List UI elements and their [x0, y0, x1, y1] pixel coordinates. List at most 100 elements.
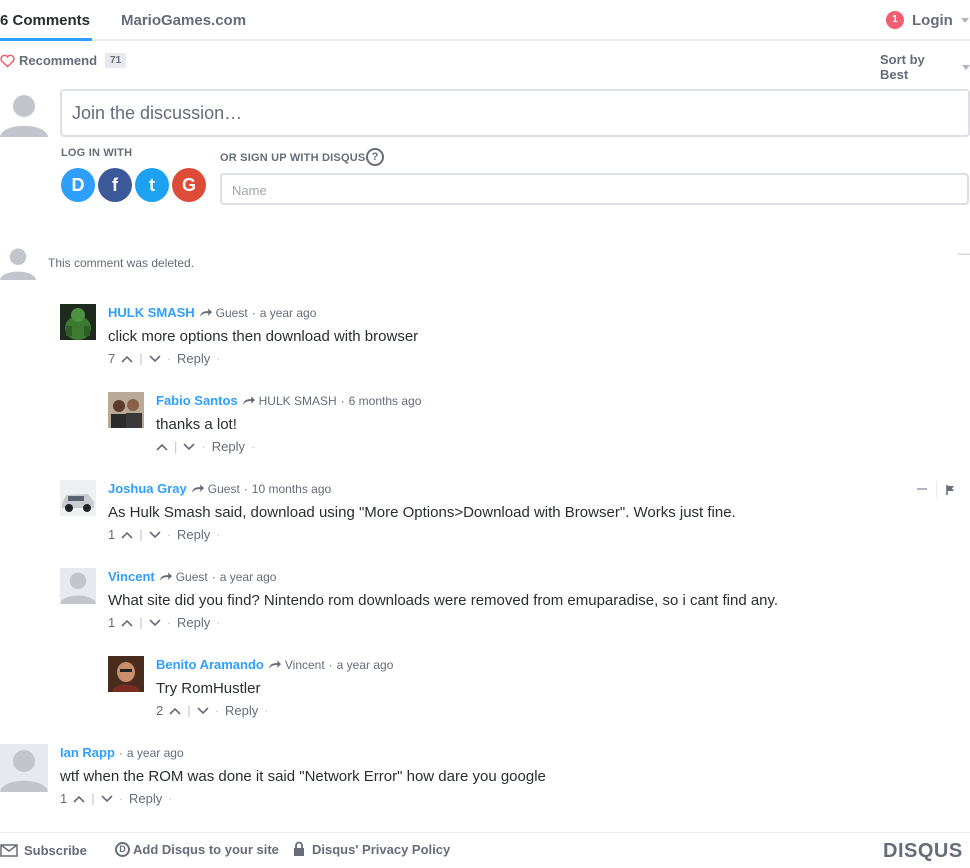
user-avatar: [0, 89, 48, 137]
upvote-icon[interactable]: [73, 795, 85, 803]
google-login-button[interactable]: G: [172, 168, 206, 202]
vote-count: 7: [108, 351, 116, 366]
name-placeholder: Name: [232, 183, 267, 198]
reply-button[interactable]: Reply: [177, 351, 210, 366]
comment-text: wtf when the ROM was done it said "Netwo…: [60, 768, 546, 785]
reply-to[interactable]: Vincent: [285, 658, 325, 672]
reply-to[interactable]: Guest: [176, 570, 208, 584]
subscribe-link[interactable]: Subscribe: [0, 843, 87, 858]
downvote-icon[interactable]: [149, 354, 161, 363]
recommend-count: 71: [105, 53, 127, 68]
downvote-icon[interactable]: [101, 794, 113, 803]
upvote-icon[interactable]: [169, 707, 181, 715]
comment-time[interactable]: 10 months ago: [252, 482, 331, 496]
recommend-label: Recommend: [19, 53, 98, 68]
signup-label: OR SIGN UP WITH DISQUS: [220, 152, 366, 164]
twitter-login-button[interactable]: t: [135, 168, 169, 202]
vote-count: 2: [156, 703, 164, 718]
add-disqus-link[interactable]: D Add Disqus to your site: [115, 842, 279, 857]
disqus-logo-icon: D: [115, 842, 130, 857]
reply-to[interactable]: Guest: [216, 306, 248, 320]
divider: [936, 481, 937, 499]
sort-dropdown[interactable]: Sort by Best: [880, 52, 970, 82]
comment-text: thanks a lot!: [156, 416, 237, 433]
collapse-button[interactable]: —: [958, 246, 970, 260]
avatar: [108, 392, 144, 428]
upvote-icon[interactable]: [156, 443, 168, 451]
comment-footer: 1 | · Reply ·: [108, 615, 221, 630]
disqus-brand-logo[interactable]: DISQUS: [883, 840, 963, 863]
login-with-label: LOG IN WITH: [61, 147, 133, 159]
vote-count: 1: [60, 791, 68, 806]
comment-time[interactable]: a year ago: [127, 746, 184, 760]
vote-count: 1: [108, 527, 116, 542]
deleted-avatar: [0, 244, 36, 280]
comment-author[interactable]: Joshua Gray: [108, 481, 187, 496]
comment-header: Ian Rapp · a year ago: [60, 745, 184, 760]
comment-text: As Hulk Smash said, download using "More…: [108, 504, 736, 521]
reply-arrow-icon: [159, 571, 172, 581]
reply-button[interactable]: Reply: [225, 703, 258, 718]
avatar: [60, 304, 96, 340]
comment-header: Joshua Gray Guest · 10 months ago: [108, 481, 332, 496]
comment-text: Try RomHustler: [156, 680, 261, 697]
collapse-button[interactable]: [917, 488, 927, 490]
downvote-icon[interactable]: [197, 706, 209, 715]
vote-count: 1: [108, 615, 116, 630]
name-field[interactable]: Name: [220, 173, 969, 205]
add-disqus-label: Add Disqus to your site: [133, 842, 279, 857]
login-menu[interactable]: 1 Login: [886, 11, 969, 29]
chevron-down-icon: [960, 17, 969, 23]
reply-button[interactable]: Reply: [129, 791, 162, 806]
flag-icon[interactable]: [946, 485, 955, 495]
reply-button[interactable]: Reply: [212, 439, 245, 454]
notification-badge: 1: [886, 11, 904, 29]
reply-arrow-icon: [199, 307, 212, 317]
tab-comments[interactable]: 6 Comments: [0, 12, 90, 29]
comment-footer: 2 | · Reply ·: [156, 703, 269, 718]
help-icon[interactable]: ?: [366, 148, 384, 166]
comment-time[interactable]: 6 months ago: [349, 394, 422, 408]
active-tab-indicator: [0, 38, 92, 41]
sort-label: Sort by Best: [880, 52, 925, 82]
comment-author[interactable]: Vincent: [108, 569, 155, 584]
comment-author[interactable]: Ian Rapp: [60, 745, 115, 760]
comment-footer: 1 | · Reply ·: [60, 791, 173, 806]
privacy-link[interactable]: Disqus' Privacy Policy: [293, 841, 450, 857]
heart-icon: [0, 54, 15, 68]
comment-header: Fabio Santos HULK SMASH · 6 months ago: [156, 393, 422, 408]
reply-to[interactable]: HULK SMASH: [259, 394, 337, 408]
login-label: Login: [912, 11, 953, 29]
avatar: [60, 480, 96, 516]
comment-input[interactable]: Join the discussion…: [60, 89, 970, 137]
avatar: [60, 568, 96, 604]
tab-site[interactable]: MarioGames.com: [121, 12, 246, 29]
comment-text: What site did you find? Nintendo rom dow…: [108, 592, 779, 609]
comment-author[interactable]: Fabio Santos: [156, 393, 238, 408]
comment-author[interactable]: Benito Aramando: [156, 657, 264, 672]
comment-time[interactable]: a year ago: [260, 306, 317, 320]
comment-author[interactable]: HULK SMASH: [108, 305, 195, 320]
disqus-login-button[interactable]: D: [61, 168, 95, 202]
downvote-icon[interactable]: [149, 618, 161, 627]
comment-time[interactable]: a year ago: [337, 658, 394, 672]
comment-footer: 7 | · Reply ·: [108, 351, 221, 366]
recommend-button[interactable]: Recommend 71: [0, 53, 127, 68]
lock-icon: [294, 841, 304, 856]
upvote-icon[interactable]: [121, 355, 133, 363]
comment-footer: | · Reply ·: [156, 439, 255, 454]
reply-button[interactable]: Reply: [177, 615, 210, 630]
downvote-icon[interactable]: [183, 442, 195, 451]
comment-time[interactable]: a year ago: [220, 570, 277, 584]
facebook-login-button[interactable]: f: [98, 168, 132, 202]
upvote-icon[interactable]: [121, 619, 133, 627]
downvote-icon[interactable]: [149, 530, 161, 539]
deleted-comment-text: This comment was deleted.: [48, 256, 195, 270]
nav-divider: [0, 39, 970, 41]
reply-arrow-icon: [268, 659, 281, 669]
comment-header: Benito Aramando Vincent · a year ago: [156, 657, 394, 672]
reply-to[interactable]: Guest: [208, 482, 240, 496]
chevron-down-icon: [962, 64, 970, 70]
upvote-icon[interactable]: [121, 531, 133, 539]
reply-button[interactable]: Reply: [177, 527, 210, 542]
